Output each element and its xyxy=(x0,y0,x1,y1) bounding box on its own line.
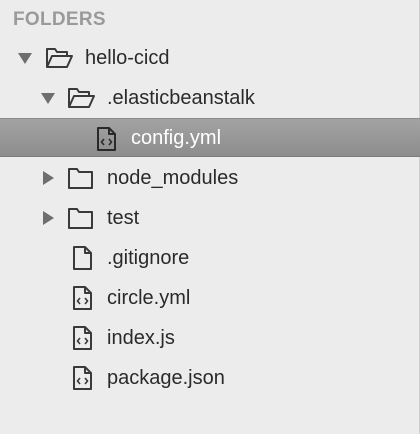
folder-open-icon xyxy=(45,45,73,71)
tree-item-gitignore[interactable]: .gitignore xyxy=(0,239,420,277)
code-file-icon xyxy=(70,285,98,311)
expanded-arrow-icon[interactable] xyxy=(17,50,33,66)
collapsed-arrow-icon[interactable] xyxy=(40,210,56,226)
code-file-icon xyxy=(70,365,98,391)
sidebar-header: FOLDERS xyxy=(13,9,106,30)
tree-item-label: circle.yml xyxy=(107,287,191,309)
tree-item-package-json[interactable]: package.json xyxy=(0,359,420,397)
code-file-icon xyxy=(70,325,98,351)
tree-item-label: hello-cicd xyxy=(85,47,170,69)
tree-item-label: package.json xyxy=(107,367,225,389)
folder-open-icon xyxy=(67,85,95,111)
file-icon xyxy=(70,245,98,271)
tree-item-index-js[interactable]: index.js xyxy=(0,319,420,357)
tree-item-label: node_modules xyxy=(107,167,239,189)
tree-item-elasticbeanstalk[interactable]: .elasticbeanstalk xyxy=(0,79,420,117)
expanded-arrow-icon[interactable] xyxy=(40,90,56,106)
tree-item-label: .gitignore xyxy=(107,247,190,269)
tree-item-label: index.js xyxy=(107,327,175,349)
tree-item-label: config.yml xyxy=(131,127,222,149)
tree-item-node-modules[interactable]: node_modules xyxy=(0,159,420,197)
tree-item-hello-cicd[interactable]: hello-cicd xyxy=(0,39,420,77)
tree-item-config-yml[interactable]: config.yml xyxy=(0,118,420,157)
tree-item-test[interactable]: test xyxy=(0,199,420,237)
tree-item-label: test xyxy=(107,207,140,229)
folder-icon xyxy=(67,165,95,191)
folders-sidebar: FOLDERS hello-cicd .elasticbeanstalk con… xyxy=(0,0,420,434)
tree-item-circle-yml[interactable]: circle.yml xyxy=(0,279,420,317)
folder-icon xyxy=(67,205,95,231)
tree-item-label: .elasticbeanstalk xyxy=(107,87,255,109)
code-file-icon xyxy=(94,126,122,152)
collapsed-arrow-icon[interactable] xyxy=(40,170,56,186)
